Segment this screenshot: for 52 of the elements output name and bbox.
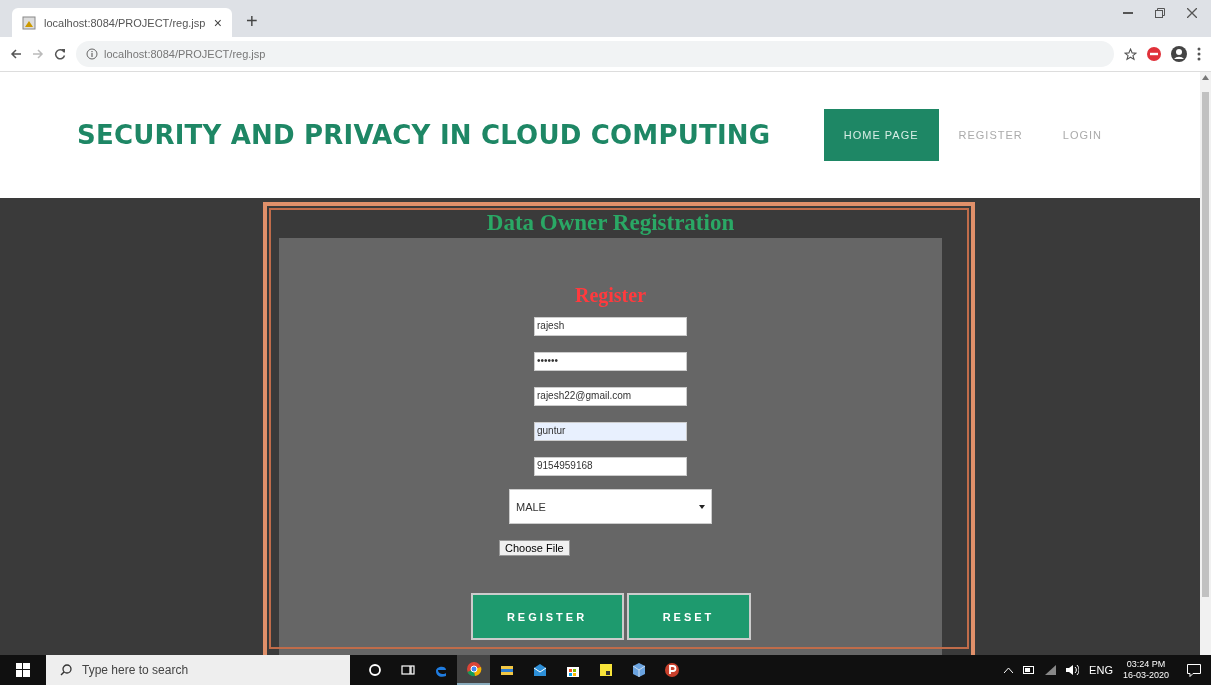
input-field[interactable]: guntur bbox=[534, 422, 687, 441]
input-field[interactable]: rajesh22@gmail.com bbox=[534, 387, 687, 406]
scrollbar-thumb[interactable] bbox=[1202, 92, 1209, 597]
reload-icon[interactable] bbox=[54, 48, 66, 60]
scrollbar[interactable] bbox=[1200, 72, 1211, 655]
circle-icon bbox=[366, 662, 383, 678]
cube-icon bbox=[630, 662, 647, 678]
close-icon[interactable] bbox=[1187, 8, 1197, 18]
battery-icon[interactable] bbox=[1023, 666, 1036, 674]
mail-icon bbox=[531, 662, 548, 678]
notification-icon[interactable] bbox=[1187, 663, 1201, 677]
url-text: localhost:8084/PROJECT/reg.jsp bbox=[104, 48, 266, 60]
tab-title: localhost:8084/PROJECT/reg.jsp bbox=[44, 16, 206, 29]
clock-date[interactable]: 16-03-2020 bbox=[1122, 670, 1169, 681]
close-tab-button[interactable]: × bbox=[213, 14, 222, 31]
register-button[interactable]: REGISTER bbox=[470, 593, 624, 640]
speaker-icon[interactable] bbox=[1066, 665, 1080, 675]
new-tab-button[interactable]: + bbox=[246, 10, 258, 33]
back-icon[interactable] bbox=[10, 48, 22, 60]
language-indicator[interactable]: ENG bbox=[1089, 664, 1113, 676]
form-title: Register bbox=[574, 284, 647, 307]
note-icon bbox=[597, 662, 614, 678]
page-heading: Data Owner Registration bbox=[485, 210, 736, 236]
account-icon[interactable] bbox=[1171, 46, 1187, 62]
block-icon[interactable] bbox=[1147, 47, 1161, 61]
network-icon[interactable] bbox=[1045, 665, 1057, 675]
chevron-up-icon[interactable] bbox=[1004, 667, 1014, 673]
input-field[interactable]: 9154959168 bbox=[534, 457, 687, 476]
gender-dropdown[interactable]: MALE bbox=[509, 489, 712, 524]
input-field[interactable]: •••••• bbox=[534, 352, 687, 371]
nav-link[interactable]: HOME PAGE bbox=[823, 109, 939, 161]
menu-icon[interactable] bbox=[1197, 47, 1201, 61]
clock-time[interactable]: 03:24 PM bbox=[1126, 659, 1166, 670]
info-icon bbox=[86, 48, 98, 60]
search-placeholder: Type here to search bbox=[82, 663, 189, 677]
search-icon bbox=[60, 664, 72, 676]
dropdown-arrow-icon bbox=[699, 504, 705, 509]
star-icon[interactable] bbox=[1124, 47, 1137, 61]
scroll-up-icon[interactable] bbox=[1202, 75, 1209, 80]
image-icon bbox=[22, 15, 36, 30]
task-view-icon bbox=[399, 662, 416, 678]
app-icon bbox=[663, 662, 680, 678]
browser-icon bbox=[465, 661, 482, 677]
restore-icon[interactable] bbox=[1155, 8, 1165, 18]
site-title: SECURITY AND PRIVACY IN CLOUD COMPUTING bbox=[77, 120, 772, 150]
windows-start-icon[interactable] bbox=[16, 663, 30, 677]
choose-file-button[interactable]: Choose File bbox=[499, 540, 570, 556]
taskbar-search-field[interactable]: Type here to search bbox=[46, 655, 350, 685]
browser-tab[interactable]: localhost:8084/PROJECT/reg.jsp × bbox=[12, 8, 232, 37]
address-bar[interactable]: localhost:8084/PROJECT/reg.jsp bbox=[76, 41, 1114, 67]
input-field[interactable]: rajesh bbox=[534, 317, 687, 336]
reset-button[interactable]: RESET bbox=[626, 593, 751, 640]
